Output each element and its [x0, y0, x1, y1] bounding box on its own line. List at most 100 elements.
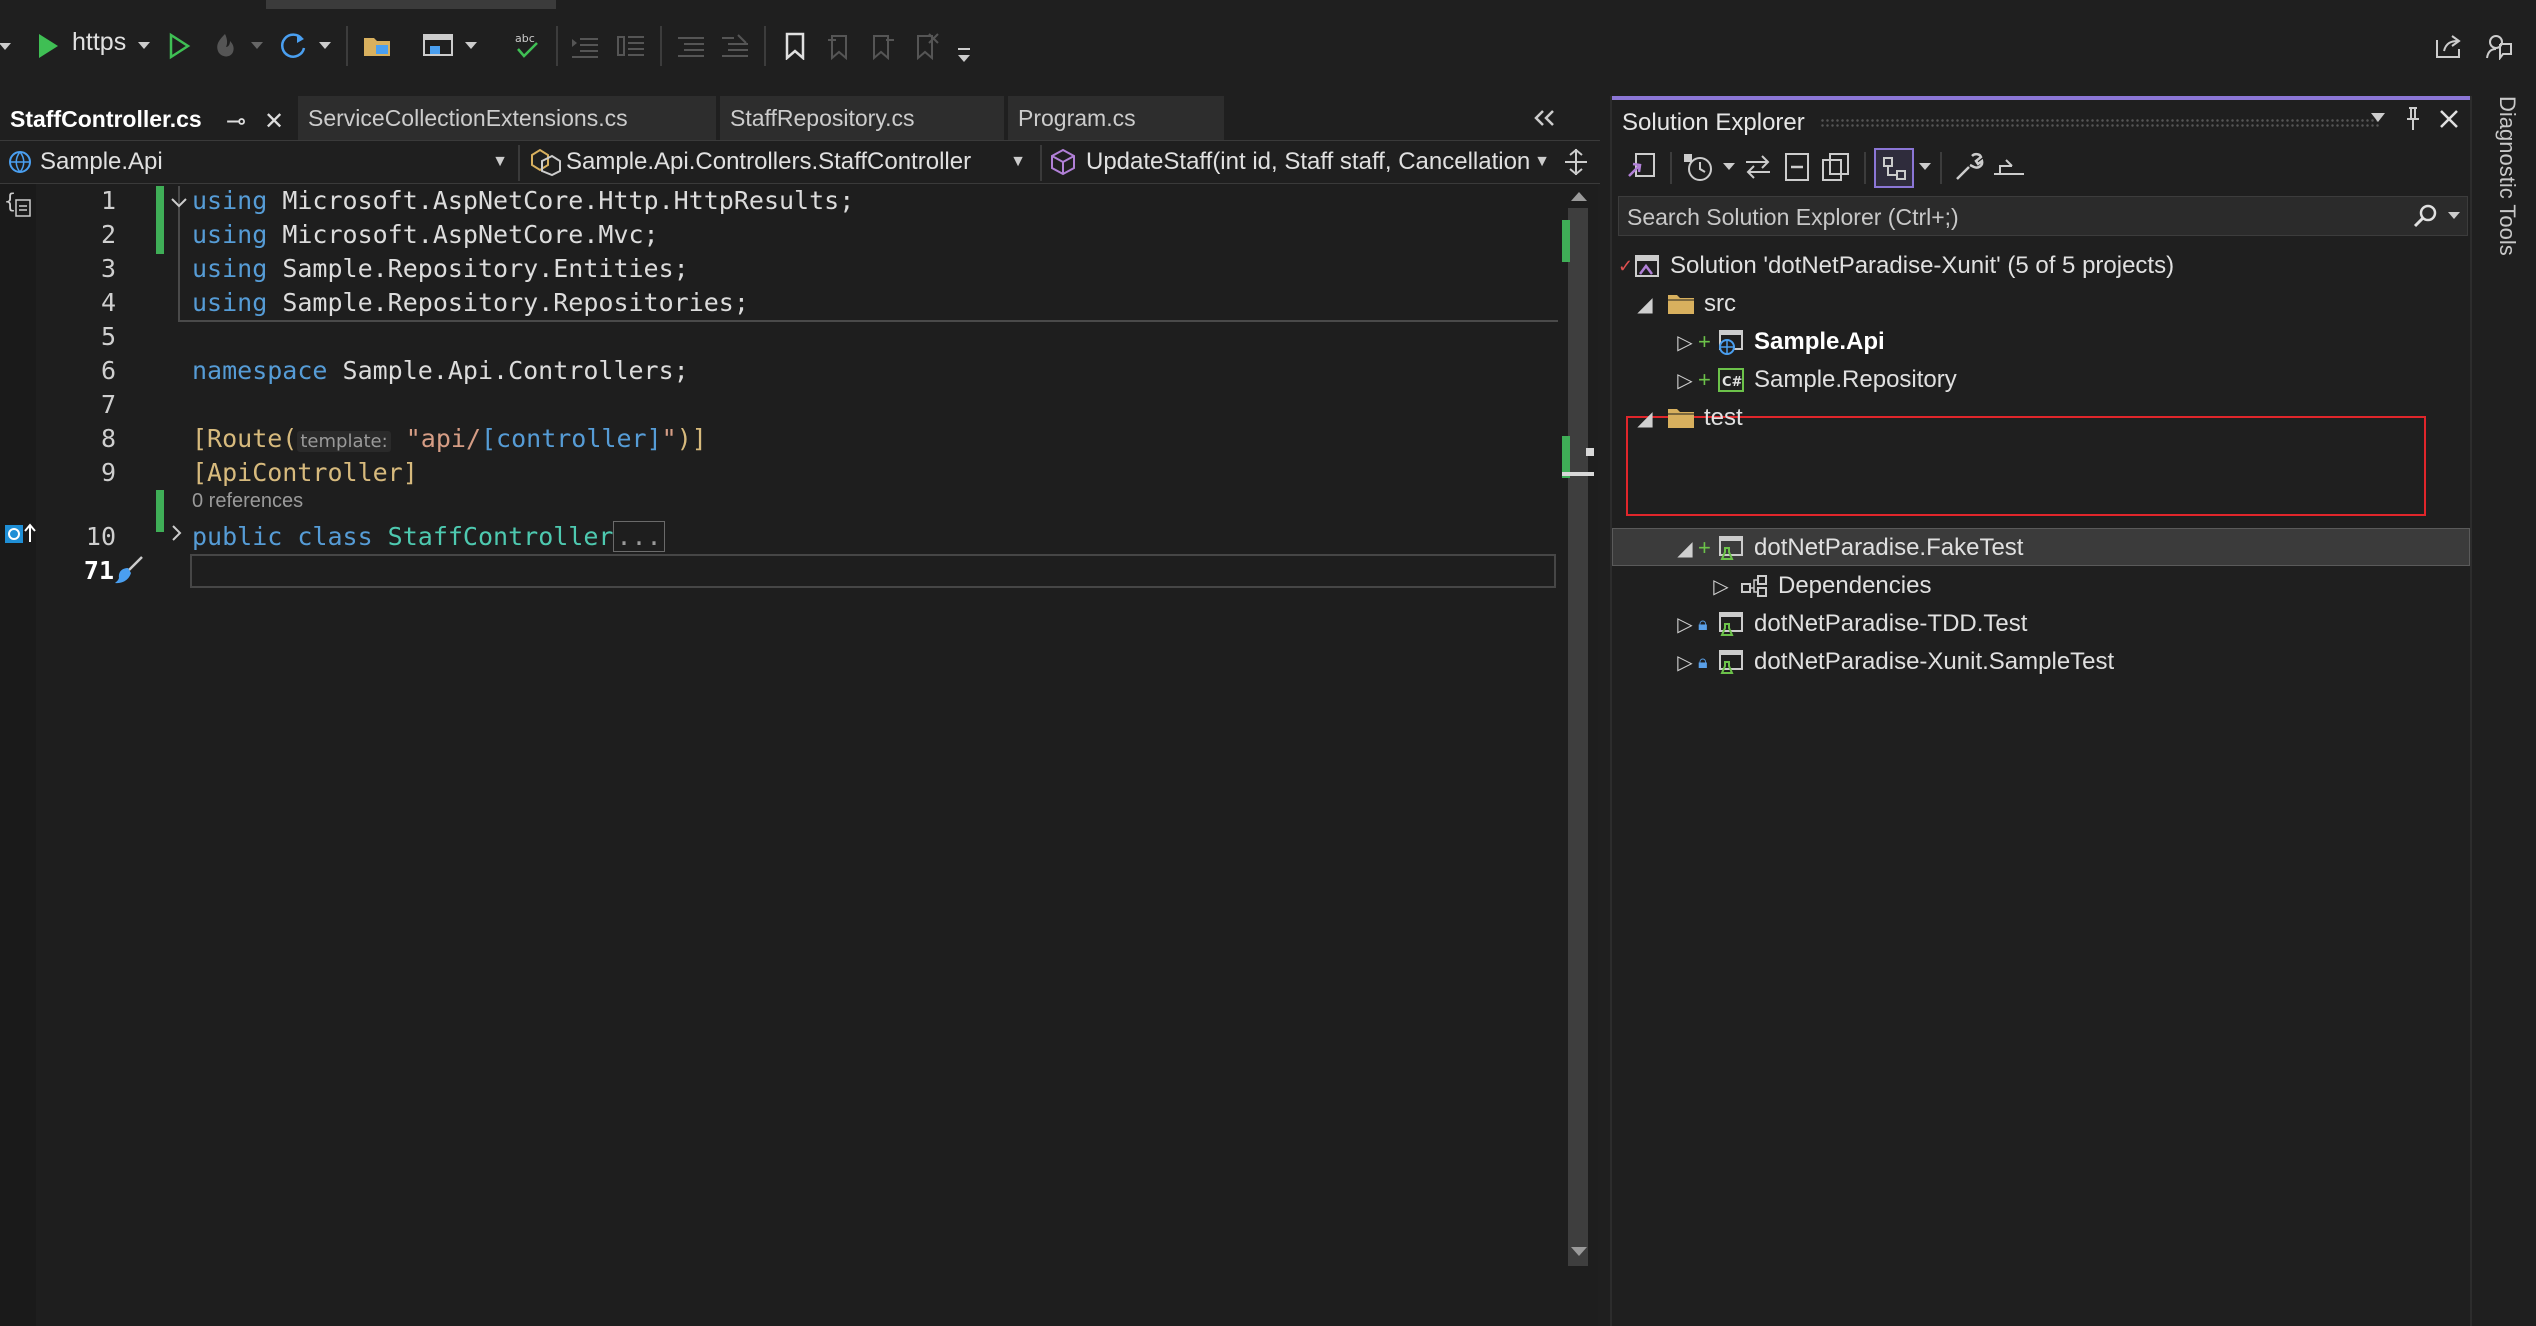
view-code-toggle[interactable]: [1874, 148, 1914, 188]
live-share-icon[interactable]: [2432, 24, 2466, 68]
scrollbar-thumb[interactable]: [1568, 208, 1588, 1266]
toolbar-options-icon[interactable]: [956, 34, 972, 78]
change-indicator: [156, 186, 164, 254]
close-icon[interactable]: [2438, 108, 2460, 130]
show-all-files-icon[interactable]: [1820, 152, 1852, 182]
diagnostic-tools-side-tab[interactable]: Diagnostic Tools: [2478, 96, 2536, 1326]
pin-icon[interactable]: ⊸: [226, 107, 246, 136]
tab-staffrepository[interactable]: StaffRepository.cs: [720, 96, 1004, 140]
tree-item-fake-test[interactable]: ◢ + dotNetParadise.FakeTest: [1672, 530, 2023, 566]
member-dropdown[interactable]: UpdateStaff(int id, Staff staff, Cancell…: [1048, 143, 1556, 181]
split-editor-icon[interactable]: [1562, 147, 1592, 177]
close-tab-icon[interactable]: ✕: [264, 107, 284, 136]
collapse-chevron-icon[interactable]: [170, 196, 188, 210]
csharp-project-icon: C#: [1718, 368, 1744, 392]
indent-icon[interactable]: [568, 24, 602, 68]
scroll-up-icon[interactable]: [1570, 190, 1588, 202]
pending-changes-filter-icon[interactable]: [1682, 150, 1718, 184]
search-icon[interactable]: [2411, 203, 2441, 229]
run-target-dropdown-icon[interactable]: [134, 24, 154, 68]
scroll-down-icon[interactable]: [1570, 1246, 1588, 1258]
line-number: 2: [100, 220, 116, 249]
tab-program[interactable]: Program.cs: [1008, 96, 1224, 140]
tree-item-dependencies[interactable]: ▷ Dependencies: [1708, 568, 1931, 604]
toolbar-top-strip: [266, 0, 556, 9]
tree-item-label: dotNetParadise.FakeTest: [1754, 534, 2024, 561]
browser-link-dropdown-icon[interactable]: [464, 24, 478, 68]
previous-bookmark-icon[interactable]: [824, 24, 854, 68]
uncomment-icon[interactable]: [718, 24, 752, 68]
tab-servicecollectionextensions[interactable]: ServiceCollectionExtensions.cs: [298, 96, 716, 140]
vertical-scrollbar[interactable]: [1560, 184, 1598, 1326]
run-target-label[interactable]: https: [72, 28, 126, 57]
tree-item-sample-api[interactable]: ▷ + Sample.Api: [1672, 324, 1885, 360]
properties-wrench-icon[interactable]: [1952, 150, 1986, 184]
code-editor[interactable]: { 1 2 3 4 5 6 7 8 9 10 71 using Microsof…: [0, 184, 1598, 1326]
toolbar-separator: [1864, 152, 1866, 184]
tree-item-folder-test[interactable]: ◢ test: [1632, 400, 1742, 436]
change-indicator: [156, 490, 164, 532]
tab-staffcontroller[interactable]: StaffController.cs ⊸ ✕: [0, 96, 298, 140]
implementation-marker-icon[interactable]: [4, 522, 38, 548]
expanded-arrow-icon[interactable]: ◢: [1632, 292, 1658, 317]
tree-item-solution[interactable]: ✓ Solution 'dotNetParadise-Xunit' (5 of …: [1618, 248, 2174, 284]
switch-views-icon[interactable]: [1626, 150, 1660, 184]
editor-left-margin: {: [0, 184, 36, 1326]
tree-item-folder-src[interactable]: ◢ src: [1632, 286, 1736, 322]
hot-reload-icon[interactable]: [208, 24, 242, 68]
spell-check-icon[interactable]: abc: [510, 24, 544, 68]
filter-dropdown-icon[interactable]: [1722, 162, 1736, 172]
search-options-dropdown-icon[interactable]: [2447, 211, 2461, 221]
restart-dropdown-icon[interactable]: [318, 24, 332, 68]
tab-list-icon[interactable]: [1524, 104, 1564, 132]
collapsed-arrow-icon[interactable]: ▷: [1708, 574, 1734, 599]
expanded-arrow-icon[interactable]: ◢: [1632, 406, 1658, 431]
tab-label: ServiceCollectionExtensions.cs: [308, 104, 628, 131]
collapsed-region[interactable]: ...: [613, 521, 665, 552]
start-icon[interactable]: [32, 24, 64, 68]
code-line-10: public class StaffController...: [192, 521, 665, 552]
hot-reload-dropdown-icon[interactable]: [250, 24, 264, 68]
preview-selected-items-icon[interactable]: [1992, 154, 2028, 182]
type-dropdown[interactable]: Sample.Api.Controllers.StaffController ▼: [528, 143, 1032, 181]
quick-actions-brush-icon[interactable]: [112, 554, 148, 586]
start-without-debugging-icon[interactable]: [164, 24, 194, 68]
class-icon: [531, 148, 561, 177]
next-bookmark-icon[interactable]: [868, 24, 898, 68]
lock-icon: 🔒︎: [1698, 651, 1708, 672]
browser-link-icon[interactable]: [420, 24, 456, 68]
tree-item-label: Sample.Api: [1754, 328, 1885, 355]
collapse-all-icon[interactable]: [1782, 152, 1814, 182]
expanded-arrow-icon[interactable]: ◢: [1672, 536, 1698, 561]
codelens-references[interactable]: 0 references: [192, 490, 303, 513]
window-position-dropdown-icon[interactable]: [2370, 112, 2386, 124]
tree-item-tdd-test[interactable]: ▷ 🔒︎ dotNetParadise-TDD.Test: [1672, 606, 2027, 642]
code-map-icon[interactable]: {: [4, 190, 36, 220]
tree-item-sample-test[interactable]: ▷ 🔒︎ dotNetParadise-Xunit.SampleTest: [1672, 644, 2114, 680]
toolbar-separator: [1940, 152, 1942, 184]
restart-icon[interactable]: [276, 24, 310, 68]
sync-with-active-document-icon[interactable]: [1742, 152, 1774, 182]
outdent-icon[interactable]: [614, 24, 648, 68]
collapsed-arrow-icon[interactable]: ▷: [1672, 612, 1698, 637]
solution-explorer-search[interactable]: Search Solution Explorer (Ctrl+;): [1618, 196, 2468, 236]
view-dropdown-icon[interactable]: [1918, 162, 1932, 172]
collapsed-arrow-icon[interactable]: ▷: [1672, 650, 1698, 675]
comment-icon[interactable]: [674, 24, 708, 68]
collapsed-arrow-icon[interactable]: ▷: [1672, 368, 1698, 393]
expand-chevron-icon[interactable]: [170, 524, 184, 542]
tab-label: StaffRepository.cs: [730, 104, 915, 131]
code-line-3: using Sample.Repository.Entities;: [192, 254, 689, 283]
bookmark-icon[interactable]: [780, 24, 810, 68]
search-input[interactable]: Search Solution Explorer (Ctrl+;): [1627, 204, 1959, 231]
toolbar-overflow-icon[interactable]: [0, 24, 14, 68]
feedback-icon[interactable]: [2482, 24, 2516, 68]
pin-icon[interactable]: [2404, 106, 2422, 132]
checked-in-icon: ✓: [1618, 255, 1634, 276]
clear-bookmarks-icon[interactable]: [912, 24, 942, 68]
open-folder-icon[interactable]: [360, 24, 396, 68]
project-dropdown[interactable]: Sample.Api ▼: [6, 143, 514, 181]
method-icon: [1051, 148, 1075, 176]
tree-item-sample-repository[interactable]: ▷ + C# Sample.Repository: [1672, 362, 1956, 398]
collapsed-arrow-icon[interactable]: ▷: [1672, 330, 1698, 355]
